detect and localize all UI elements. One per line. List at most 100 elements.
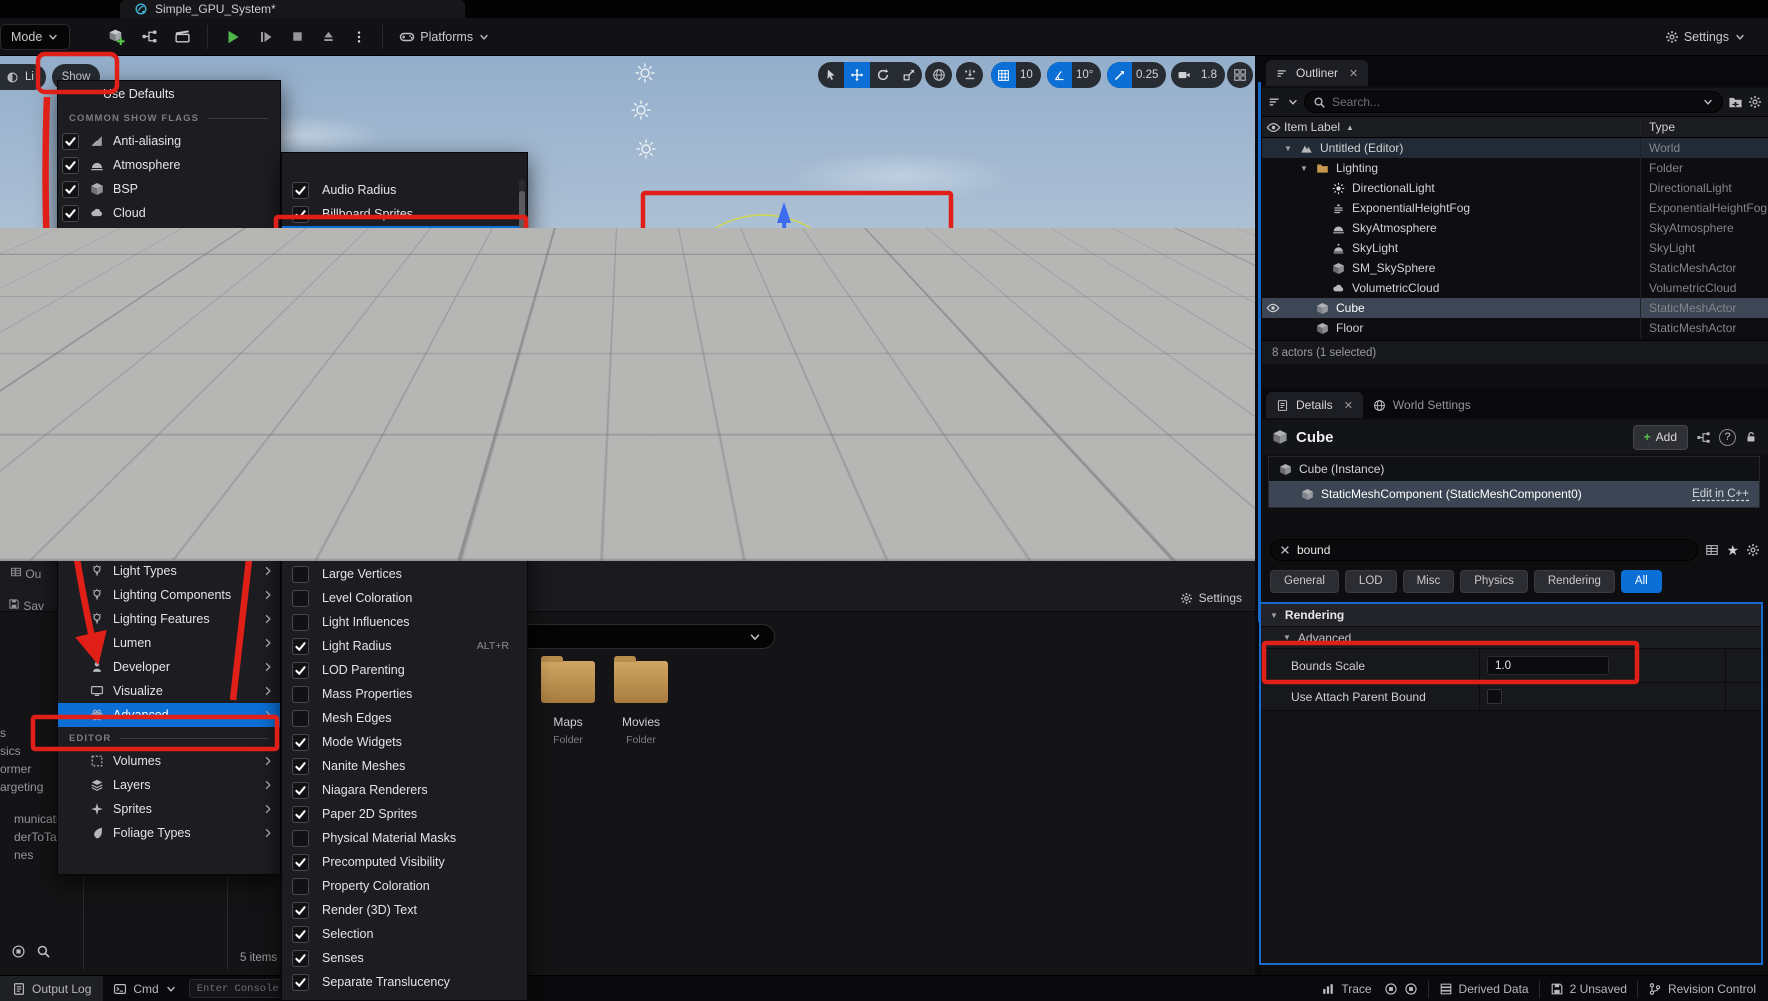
- scale-tool-icon[interactable]: [896, 62, 922, 88]
- checkbox[interactable]: [292, 350, 309, 367]
- chip-lod[interactable]: LOD: [1345, 570, 1397, 593]
- chip-rendering[interactable]: Rendering: [1534, 570, 1615, 593]
- show-flag-static-meshes[interactable]: Static Meshes: [58, 441, 280, 465]
- show-category-visualize[interactable]: Visualize: [58, 679, 280, 703]
- checkbox[interactable]: [292, 494, 309, 511]
- show-flag-grid[interactable]: Grid: [58, 297, 280, 321]
- show-category-light-types[interactable]: Light Types: [58, 559, 280, 583]
- outliner-row-untitled-editor[interactable]: ▼Untitled (Editor)World: [1262, 138, 1768, 158]
- show-flag-translucency[interactable]: Translucency: [58, 465, 280, 489]
- advanced-flag-deferredlighting[interactable]: DeferredLighting: [282, 394, 527, 418]
- advanced-flag-bsp-split[interactable]: BSP Split: [282, 250, 527, 274]
- advanced-flag-billboard-sprites[interactable]: Billboard Sprites: [282, 202, 527, 226]
- panel-splitter[interactable]: [1258, 82, 1261, 622]
- chip-general[interactable]: General: [1270, 570, 1339, 593]
- outliner-row-skylight[interactable]: SkyLightSkyLight: [1262, 238, 1768, 258]
- advanced-flag-grass[interactable]: Grass: [282, 466, 527, 490]
- outliner-search-input[interactable]: Search...: [1304, 91, 1723, 113]
- advanced-flag-hism-foliage-cluster-tree[interactable]: HISM/Foliage Cluster Tree: [282, 490, 527, 514]
- component-staticmesh[interactable]: StaticMeshComponent (StaticMeshComponent…: [1269, 481, 1759, 507]
- checkbox[interactable]: [62, 469, 79, 486]
- chevron-down-icon[interactable]: [1287, 96, 1299, 108]
- level-tab[interactable]: Simple_GPU_System*: [120, 0, 465, 18]
- edit-in-cpp-link[interactable]: Edit in C++: [1692, 488, 1749, 500]
- outliner-row-lighting[interactable]: ▼LightingFolder: [1262, 158, 1768, 178]
- advanced-flag-constraints[interactable]: Constraints: [282, 346, 527, 370]
- checkbox[interactable]: [62, 349, 79, 366]
- clear-search-icon[interactable]: [1279, 544, 1291, 556]
- cmd-dropdown[interactable]: Cmd: [113, 982, 176, 996]
- show-flag-landscape[interactable]: LandscapeALT+L: [58, 321, 280, 345]
- checkbox[interactable]: [292, 614, 309, 631]
- checkbox[interactable]: [62, 301, 79, 318]
- tab-world-settings[interactable]: World Settings: [1363, 392, 1481, 418]
- advanced-flag-property-coloration[interactable]: Property Coloration: [282, 874, 527, 898]
- checkbox[interactable]: [292, 206, 309, 223]
- gear-icon[interactable]: [1746, 543, 1760, 557]
- advanced-flag-paper-2d-sprites[interactable]: Paper 2D Sprites: [282, 802, 527, 826]
- snapshot-icon[interactable]: [1404, 982, 1418, 996]
- advanced-flag-light-influences[interactable]: Light Influences: [282, 610, 527, 634]
- eye-icon[interactable]: [1262, 301, 1284, 315]
- checkbox[interactable]: [292, 974, 309, 991]
- checkbox[interactable]: [62, 157, 79, 174]
- outliner-row-floor[interactable]: FloorStaticMeshActor: [1262, 318, 1768, 338]
- checkbox[interactable]: [292, 398, 309, 415]
- advanced-flag-large-vertices[interactable]: Large Vertices: [282, 562, 527, 586]
- select-tool-icon[interactable]: [818, 62, 844, 88]
- advanced-flag-camera-safe-frames[interactable]: Camera Safe Frames: [282, 322, 527, 346]
- checkbox[interactable]: [292, 422, 309, 439]
- frame-skip-button[interactable]: [250, 25, 282, 49]
- checkbox[interactable]: [292, 326, 309, 343]
- blueprint-icon[interactable]: [1696, 430, 1711, 445]
- advanced-flag-precomputed-visibility[interactable]: Precomputed Visibility: [282, 850, 527, 874]
- show-category-sprites[interactable]: Sprites: [58, 797, 280, 821]
- checkbox[interactable]: [62, 205, 79, 222]
- close-icon[interactable]: ✕: [1344, 399, 1353, 412]
- checkbox[interactable]: [292, 374, 309, 391]
- checkbox[interactable]: [292, 686, 309, 703]
- chip-misc[interactable]: Misc: [1403, 570, 1455, 593]
- advanced-flag-separate-translucency[interactable]: Separate Translucency: [282, 970, 527, 994]
- stop-button[interactable]: [282, 25, 313, 48]
- checkbox[interactable]: [62, 277, 79, 294]
- advanced-flag-foliage[interactable]: Foliage: [282, 418, 527, 442]
- checkbox[interactable]: [292, 566, 309, 583]
- search-icon[interactable]: [36, 944, 51, 959]
- angle-snap-control[interactable]: 10°: [1047, 62, 1101, 88]
- property-value-field[interactable]: 1.0: [1487, 656, 1609, 675]
- submenu-scrollbar[interactable]: [519, 179, 525, 559]
- advanced-flag-audio-radius[interactable]: Audio Radius: [282, 178, 527, 202]
- outliner-row-skyatmosphere[interactable]: SkyAtmosphereSkyAtmosphere: [1262, 218, 1768, 238]
- advanced-flag-nanite-meshes[interactable]: Nanite Meshes: [282, 754, 527, 778]
- mode-dropdown[interactable]: Mode: [0, 24, 70, 50]
- checkbox[interactable]: [292, 926, 309, 943]
- move-tool-icon[interactable]: [844, 62, 870, 88]
- show-flag-fog[interactable]: FogALT+F: [58, 273, 280, 297]
- checkbox[interactable]: [292, 806, 309, 823]
- section-rendering[interactable]: ▼ Rendering: [1261, 604, 1761, 627]
- eject-button[interactable]: [313, 25, 344, 48]
- angle-snap-value[interactable]: 10°: [1072, 69, 1101, 81]
- show-flag-navigation[interactable]: Navigation: [58, 369, 280, 393]
- outliner-row-cube[interactable]: CubeStaticMeshActor: [1262, 298, 1768, 318]
- show-category-lighting-features[interactable]: Lighting Features: [58, 607, 280, 631]
- menu-item-use-defaults[interactable]: Use Defaults: [58, 81, 280, 107]
- advanced-flag-light-radius[interactable]: Light RadiusALT+R: [282, 634, 527, 658]
- favorites-icon[interactable]: ★: [1726, 542, 1739, 559]
- checkbox[interactable]: [62, 397, 79, 414]
- checkbox[interactable]: [292, 446, 309, 463]
- checkbox[interactable]: [292, 638, 309, 655]
- eye-icon[interactable]: [1262, 120, 1284, 135]
- checkbox[interactable]: [292, 542, 309, 559]
- show-category-layers[interactable]: Layers: [58, 773, 280, 797]
- show-flag-media-planes[interactable]: Media Planes: [58, 345, 280, 369]
- show-flag-particle-sprites[interactable]: Particle Sprites: [58, 393, 280, 417]
- property-checkbox[interactable]: [1487, 689, 1502, 704]
- checkbox[interactable]: [62, 181, 79, 198]
- expand-arrow-icon[interactable]: ▼: [1284, 144, 1297, 153]
- grid-snap-value[interactable]: 10: [1016, 69, 1041, 81]
- checkbox[interactable]: [292, 758, 309, 775]
- show-flag-atmosphere[interactable]: Atmosphere: [58, 153, 280, 177]
- section-advanced[interactable]: ▼ Advanced: [1261, 627, 1761, 649]
